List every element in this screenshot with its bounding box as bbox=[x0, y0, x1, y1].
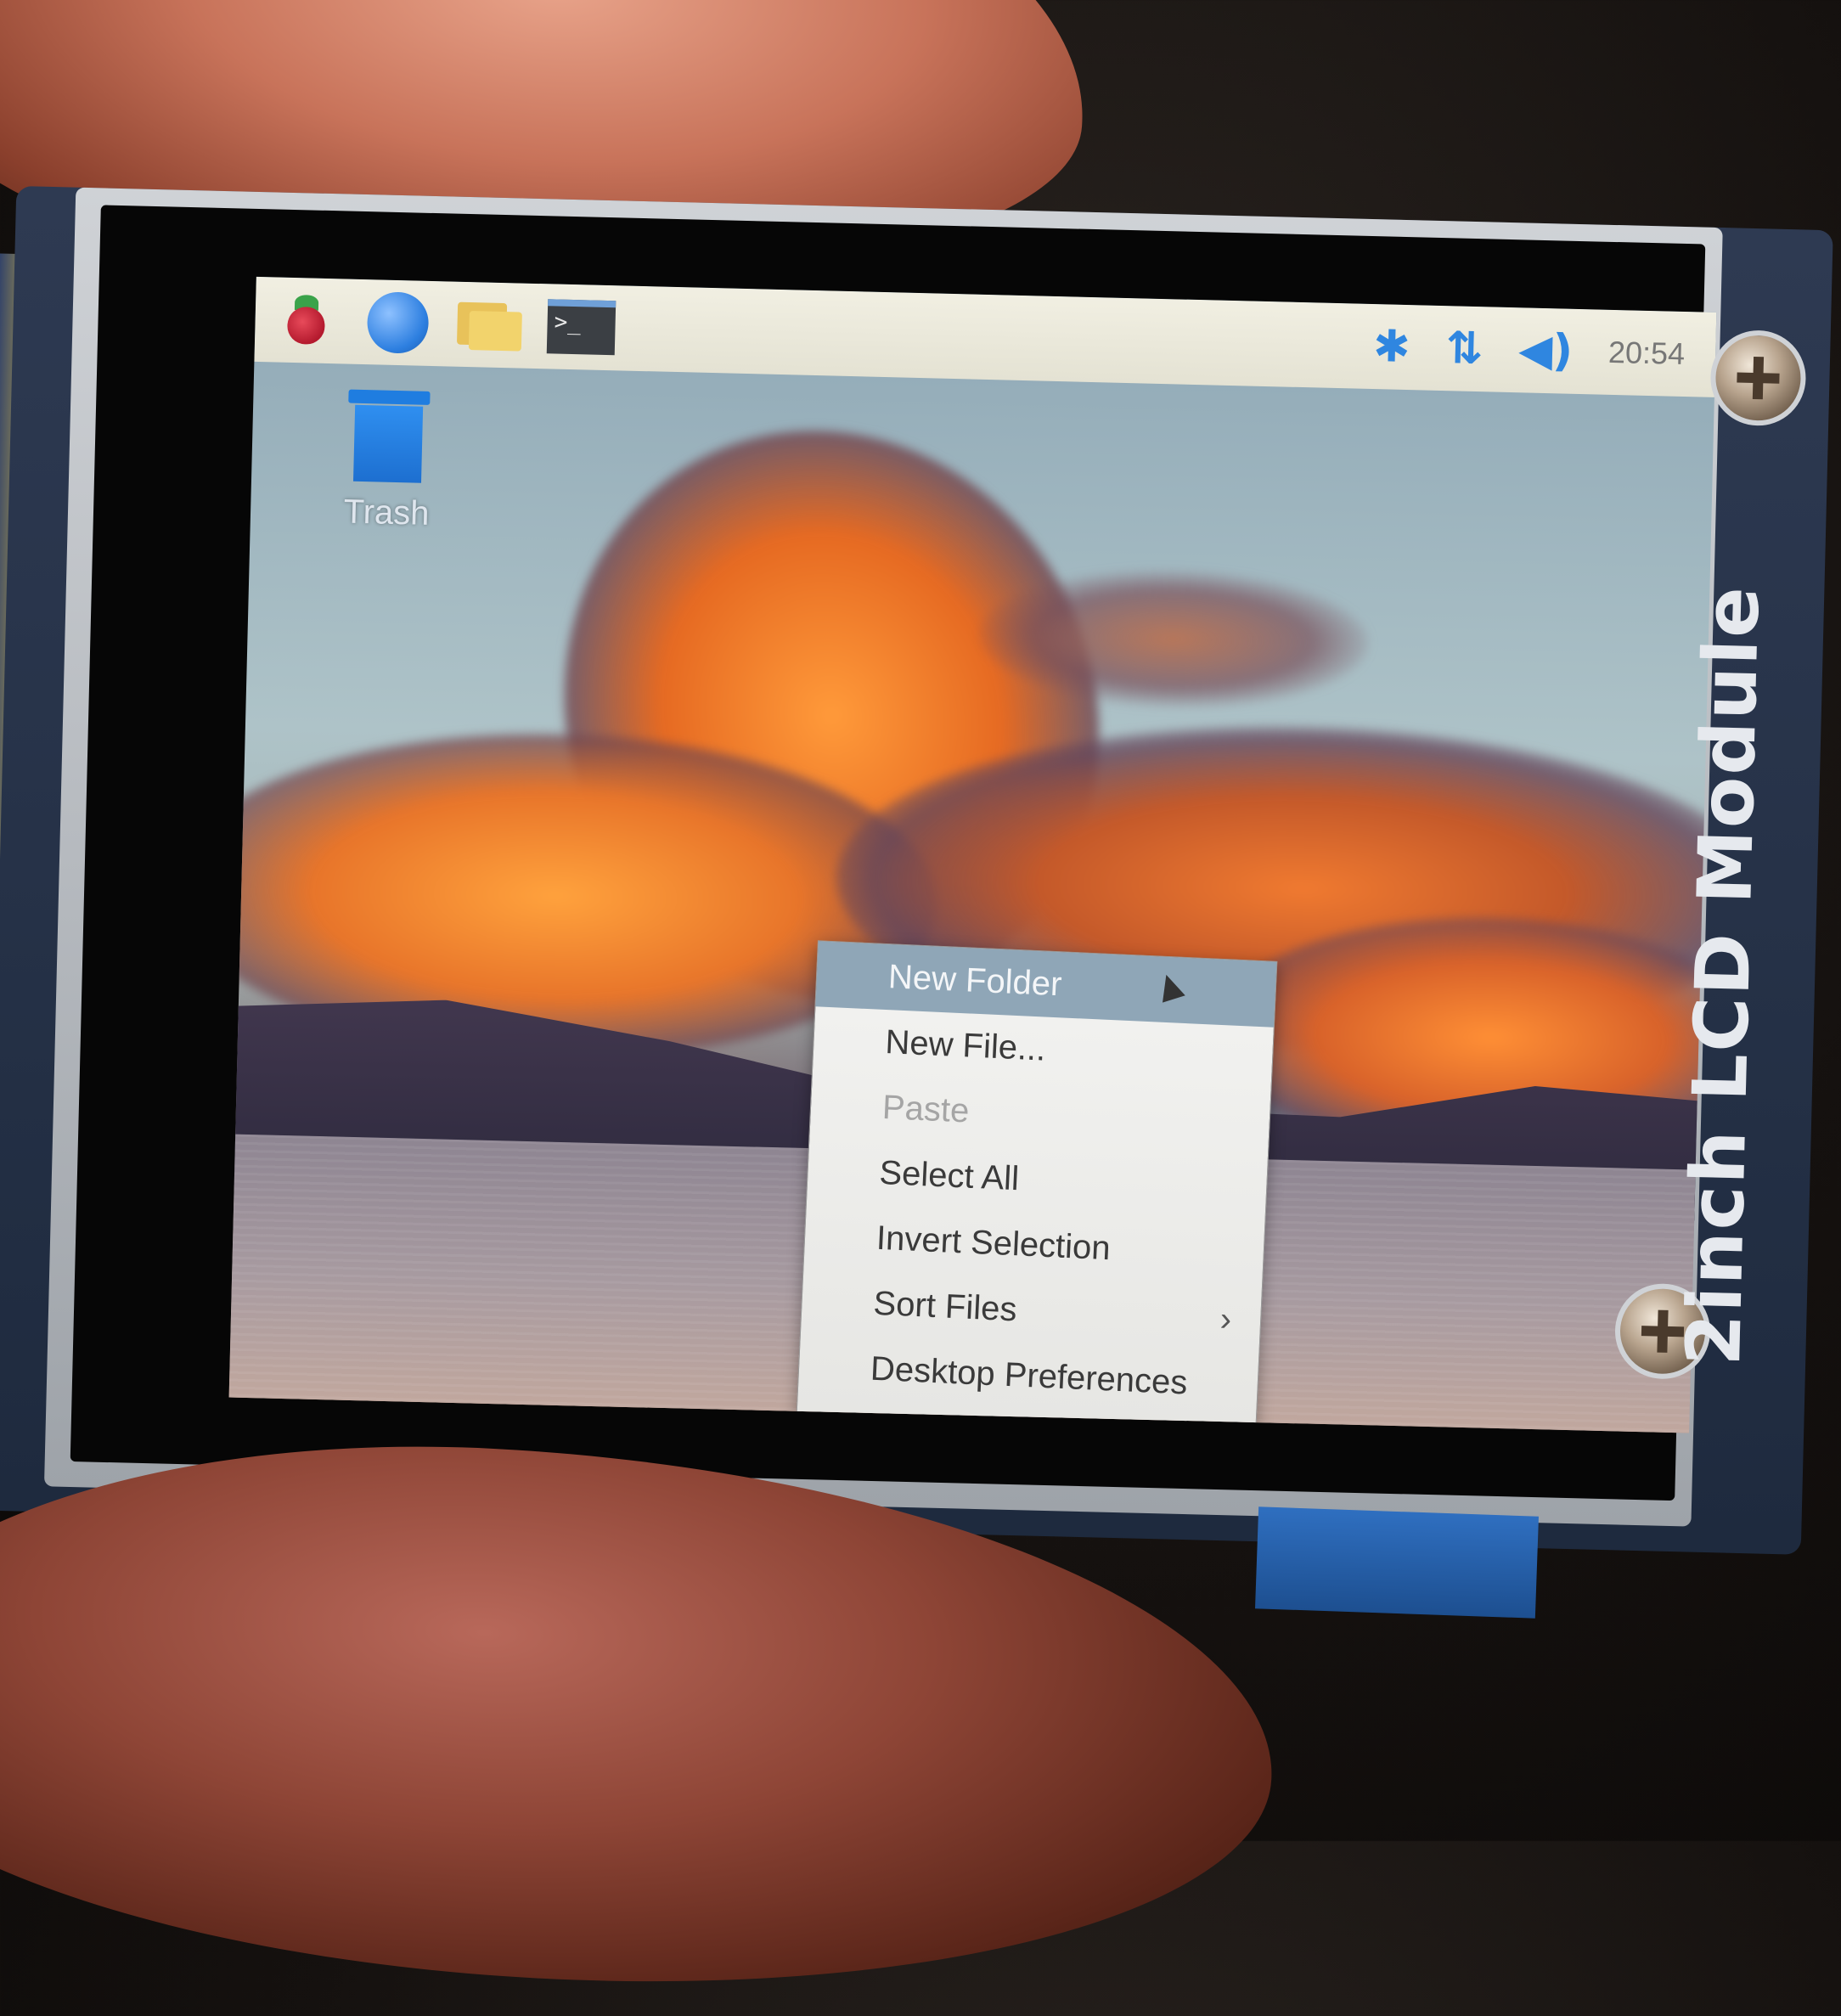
menu-item-label: New Folder bbox=[887, 958, 1063, 1004]
mouse-pointer-icon bbox=[1155, 971, 1185, 1003]
launcher-group: >_ bbox=[272, 285, 616, 362]
menu-item-label: Select All bbox=[878, 1153, 1020, 1198]
file-manager-folder-icon bbox=[456, 299, 522, 352]
bluetooth-icon[interactable]: ✱ bbox=[1372, 321, 1410, 373]
desktop-icon-label: Trash bbox=[343, 493, 431, 532]
desktop-icon-trash[interactable]: Trash bbox=[331, 389, 445, 533]
terminal-prompt-glyph: >_ bbox=[554, 309, 582, 336]
lcd-module: >_ ✱ ⇅ ◀) 20:54 Trash New Folder New Fil… bbox=[0, 185, 1841, 1555]
desktop-screen[interactable]: >_ ✱ ⇅ ◀) 20:54 Trash New Folder New Fil… bbox=[228, 276, 1717, 1433]
menu-item-label: Invert Selection bbox=[875, 1219, 1112, 1268]
volume-icon[interactable]: ◀) bbox=[1518, 324, 1574, 377]
menu-item-label: Sort Files bbox=[872, 1284, 1018, 1329]
menu-item-label: Paste bbox=[881, 1088, 971, 1130]
browser-launcher[interactable] bbox=[363, 288, 433, 358]
clock[interactable]: 20:54 bbox=[1608, 335, 1686, 372]
menu-item-label: New File... bbox=[884, 1023, 1047, 1068]
taskbar: >_ ✱ ⇅ ◀) 20:54 bbox=[254, 276, 1717, 397]
ribbon-cable bbox=[1255, 1506, 1539, 1619]
system-tray: ✱ ⇅ ◀) 20:54 bbox=[1372, 321, 1699, 377]
terminal-launcher[interactable]: >_ bbox=[546, 292, 616, 362]
network-icon[interactable]: ⇅ bbox=[1445, 323, 1483, 374]
browser-globe-icon bbox=[366, 291, 430, 354]
menu-item-label: Desktop Preferences bbox=[870, 1349, 1189, 1402]
lcd-bezel: >_ ✱ ⇅ ◀) 20:54 Trash New Folder New Fil… bbox=[70, 205, 1717, 1501]
trash-icon bbox=[346, 389, 431, 483]
raspberry-menu-button[interactable] bbox=[272, 285, 341, 355]
raspberry-menu-icon bbox=[282, 295, 330, 346]
submenu-arrow-icon: › bbox=[1219, 1300, 1233, 1338]
file-manager-launcher[interactable] bbox=[455, 290, 525, 360]
terminal-icon: >_ bbox=[546, 299, 616, 356]
desktop-context-menu: New Folder New File... Paste Select All … bbox=[796, 940, 1278, 1433]
